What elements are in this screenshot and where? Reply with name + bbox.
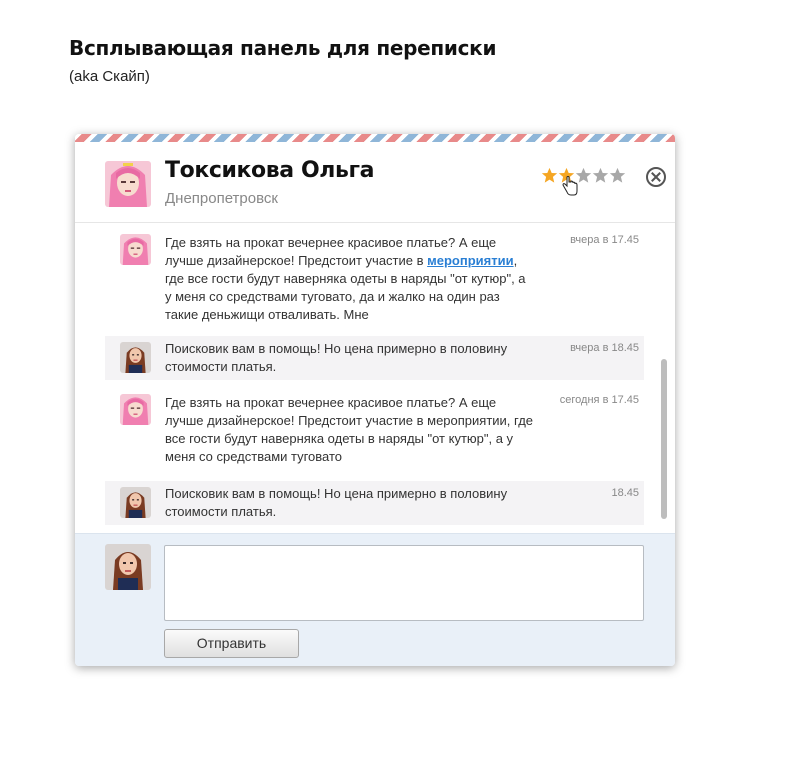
page-title: Всплывающая панель для переписки [69,36,497,60]
airmail-border [75,134,675,142]
chat-panel: Токсикова Ольга Днепропетровск Где взять… [75,134,675,666]
contact-name: Токсикова Ольга [165,158,375,183]
contact-avatar-small [120,394,151,425]
send-button[interactable]: Отправить [164,629,299,658]
message-text: Где взять на прокат вечернее красивое пл… [165,395,534,464]
message-item: Поисковик вам в помощь! Но цена примерно… [105,481,644,525]
message-time: сегодня в 17.45 [559,394,639,406]
message-list[interactable]: Где взять на прокат вечернее красивое пл… [75,223,675,533]
my-avatar-small [120,342,151,373]
message-time: вчера в 18.45 [570,342,639,354]
my-avatar-small [120,487,151,518]
rating-stars[interactable] [541,167,626,185]
contact-avatar[interactable] [105,161,151,207]
scrollbar[interactable] [661,359,667,519]
star-icon-1[interactable] [541,167,558,184]
my-avatar [105,544,151,590]
message-text: Поисковик вам в помощь! Но цена примерно… [165,486,508,519]
message-item: Поисковик вам в помощь! Но цена примерно… [105,336,644,380]
message-item: Где взять на прокат вечернее красивое пл… [105,394,644,470]
message-text: Поисковик вам в помощь! Но цена примерно… [165,341,508,374]
message-text: Где взять на прокат вечернее красивое пл… [165,235,526,322]
contact-avatar-small [120,234,151,265]
star-icon-5[interactable] [609,167,626,184]
event-link[interactable]: мероприятии [427,253,513,268]
chat-header: Токсикова Ольга Днепропетровск [75,142,675,223]
contact-city: Днепропетровск [165,190,278,207]
close-button[interactable] [646,167,666,187]
message-item: Где взять на прокат вечернее красивое пл… [105,234,644,330]
message-time: вчера в 17.45 [570,234,639,246]
composer: Отправить [75,533,675,666]
message-input[interactable] [164,545,644,621]
message-time: 18.45 [611,487,639,499]
page-subtitle: (aka Скайп) [69,68,150,85]
star-icon-4[interactable] [592,167,609,184]
hand-cursor-icon [562,176,578,196]
